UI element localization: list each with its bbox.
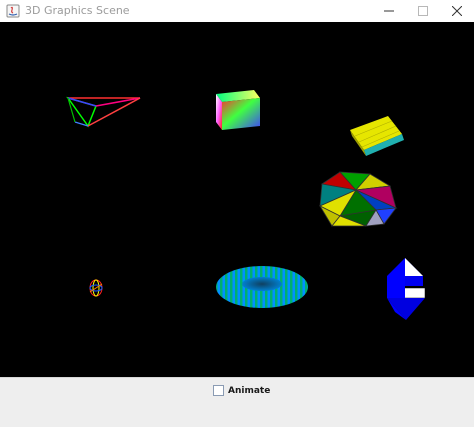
striped-torus (216, 266, 308, 308)
close-button[interactable] (440, 0, 474, 22)
animate-checkbox[interactable] (213, 385, 224, 396)
minimize-button[interactable] (372, 0, 406, 22)
title-bar[interactable]: 3D Graphics Scene (0, 0, 474, 22)
animate-label[interactable]: Animate (228, 386, 270, 396)
close-icon (452, 6, 462, 16)
maximize-button[interactable] (406, 0, 440, 22)
3d-scene-canvas[interactable] (0, 22, 474, 377)
gradient-cube (216, 90, 260, 130)
minimize-icon (384, 10, 394, 12)
animate-checkbox-control[interactable]: Animate (213, 385, 270, 396)
blue-capsule (386, 258, 426, 320)
icosahedron (318, 171, 398, 227)
java-app-icon (5, 3, 21, 19)
maximize-icon (418, 6, 428, 16)
control-panel: Animate (0, 377, 474, 427)
app-window: 3D Graphics Scene Animate (0, 0, 474, 427)
yellow-slab (350, 116, 404, 156)
window-title: 3D Graphics Scene (25, 4, 130, 17)
small-wire-sphere (89, 279, 103, 297)
wireframe-pyramid (66, 96, 141, 128)
